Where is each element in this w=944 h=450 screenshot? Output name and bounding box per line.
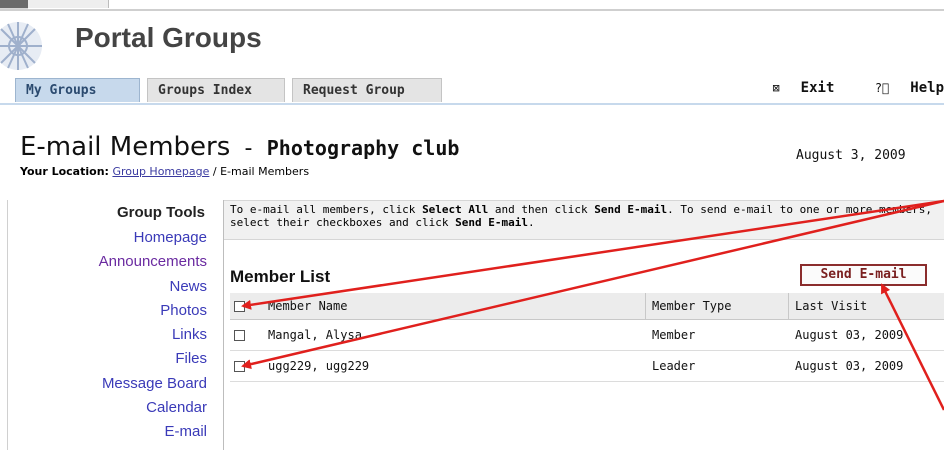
app-title: Portal Groups <box>75 22 262 53</box>
member-last-visit: August 03, 2009 <box>795 359 904 373</box>
instructions: To e-mail all members, click Select All … <box>224 200 944 240</box>
breadcrumb: Your Location: Group Homepage / E-mail M… <box>20 165 310 178</box>
sidebar-item-announcements[interactable]: Announcements <box>99 250 207 274</box>
sidebar-item-calendar[interactable]: Calendar <box>99 396 207 420</box>
member-checkbox[interactable] <box>234 329 245 341</box>
member-last-visit: August 03, 2009 <box>795 328 904 342</box>
chrome-divider <box>0 9 944 11</box>
help-icon: ?⃞ <box>874 81 890 95</box>
breadcrumb-homepage-link[interactable]: Group Homepage <box>112 165 209 178</box>
select-all-checkbox[interactable] <box>234 300 245 312</box>
group-name: Photography club <box>266 136 460 160</box>
member-list-title: Member List <box>230 267 331 286</box>
send-email-button[interactable]: Send E-mail <box>800 264 927 286</box>
header-member-name: Member Name <box>268 299 348 313</box>
sidebar-item-email[interactable]: E-mail <box>99 420 207 444</box>
sidebar-title: Group Tools <box>116 204 205 221</box>
sidebar-item-photos[interactable]: Photos <box>99 299 207 323</box>
table-row: Mangal, Alysa Member August 03, 2009 <box>230 320 944 351</box>
sidebar-item-message-board[interactable]: Message Board <box>99 372 207 396</box>
chrome-tab[interactable] <box>28 0 109 8</box>
sidebar-item-files[interactable]: Files <box>99 347 207 371</box>
portal-logo-icon <box>0 22 42 70</box>
table-row: ugg229, ugg229 Leader August 03, 2009 <box>230 351 944 382</box>
tab-my-groups[interactable]: My Groups <box>15 78 140 102</box>
member-type: Member <box>652 328 696 342</box>
sidebar-item-links[interactable]: Links <box>99 323 207 347</box>
help-link[interactable]: ?⃞ Help <box>859 80 944 96</box>
member-type: Leader <box>652 359 696 373</box>
table-header: Member Name Member Type Last Visit <box>230 293 944 320</box>
current-date: August 3, 2009 <box>796 148 906 163</box>
sidebar-item-homepage[interactable]: Homepage <box>99 226 207 250</box>
sidebar: Group Tools Homepage Announcements News … <box>0 200 224 450</box>
sidebar-item-news[interactable]: News <box>99 275 207 299</box>
close-box-icon: ⊠ <box>772 81 780 95</box>
header-last-visit: Last Visit <box>795 299 868 313</box>
page-title: E-mail Members - Photography club <box>20 132 460 162</box>
member-table: Member Name Member Type Last Visit Manga… <box>230 293 944 382</box>
member-name: ugg229, ugg229 <box>268 359 370 373</box>
tab-request-group[interactable]: Request Group <box>292 78 442 102</box>
window-chrome <box>0 0 944 12</box>
member-checkbox[interactable] <box>234 360 245 372</box>
exit-link[interactable]: ⊠ Exit <box>756 80 834 96</box>
tab-underline <box>0 103 944 105</box>
tab-groups-index[interactable]: Groups Index <box>147 78 285 102</box>
header-member-type: Member Type <box>652 299 732 313</box>
sidebar-links: Homepage Announcements News Photos Links… <box>99 226 207 445</box>
member-name: Mangal, Alysa <box>268 328 362 342</box>
top-tools: ⊠ Exit ?⃞ Help <box>740 80 944 96</box>
